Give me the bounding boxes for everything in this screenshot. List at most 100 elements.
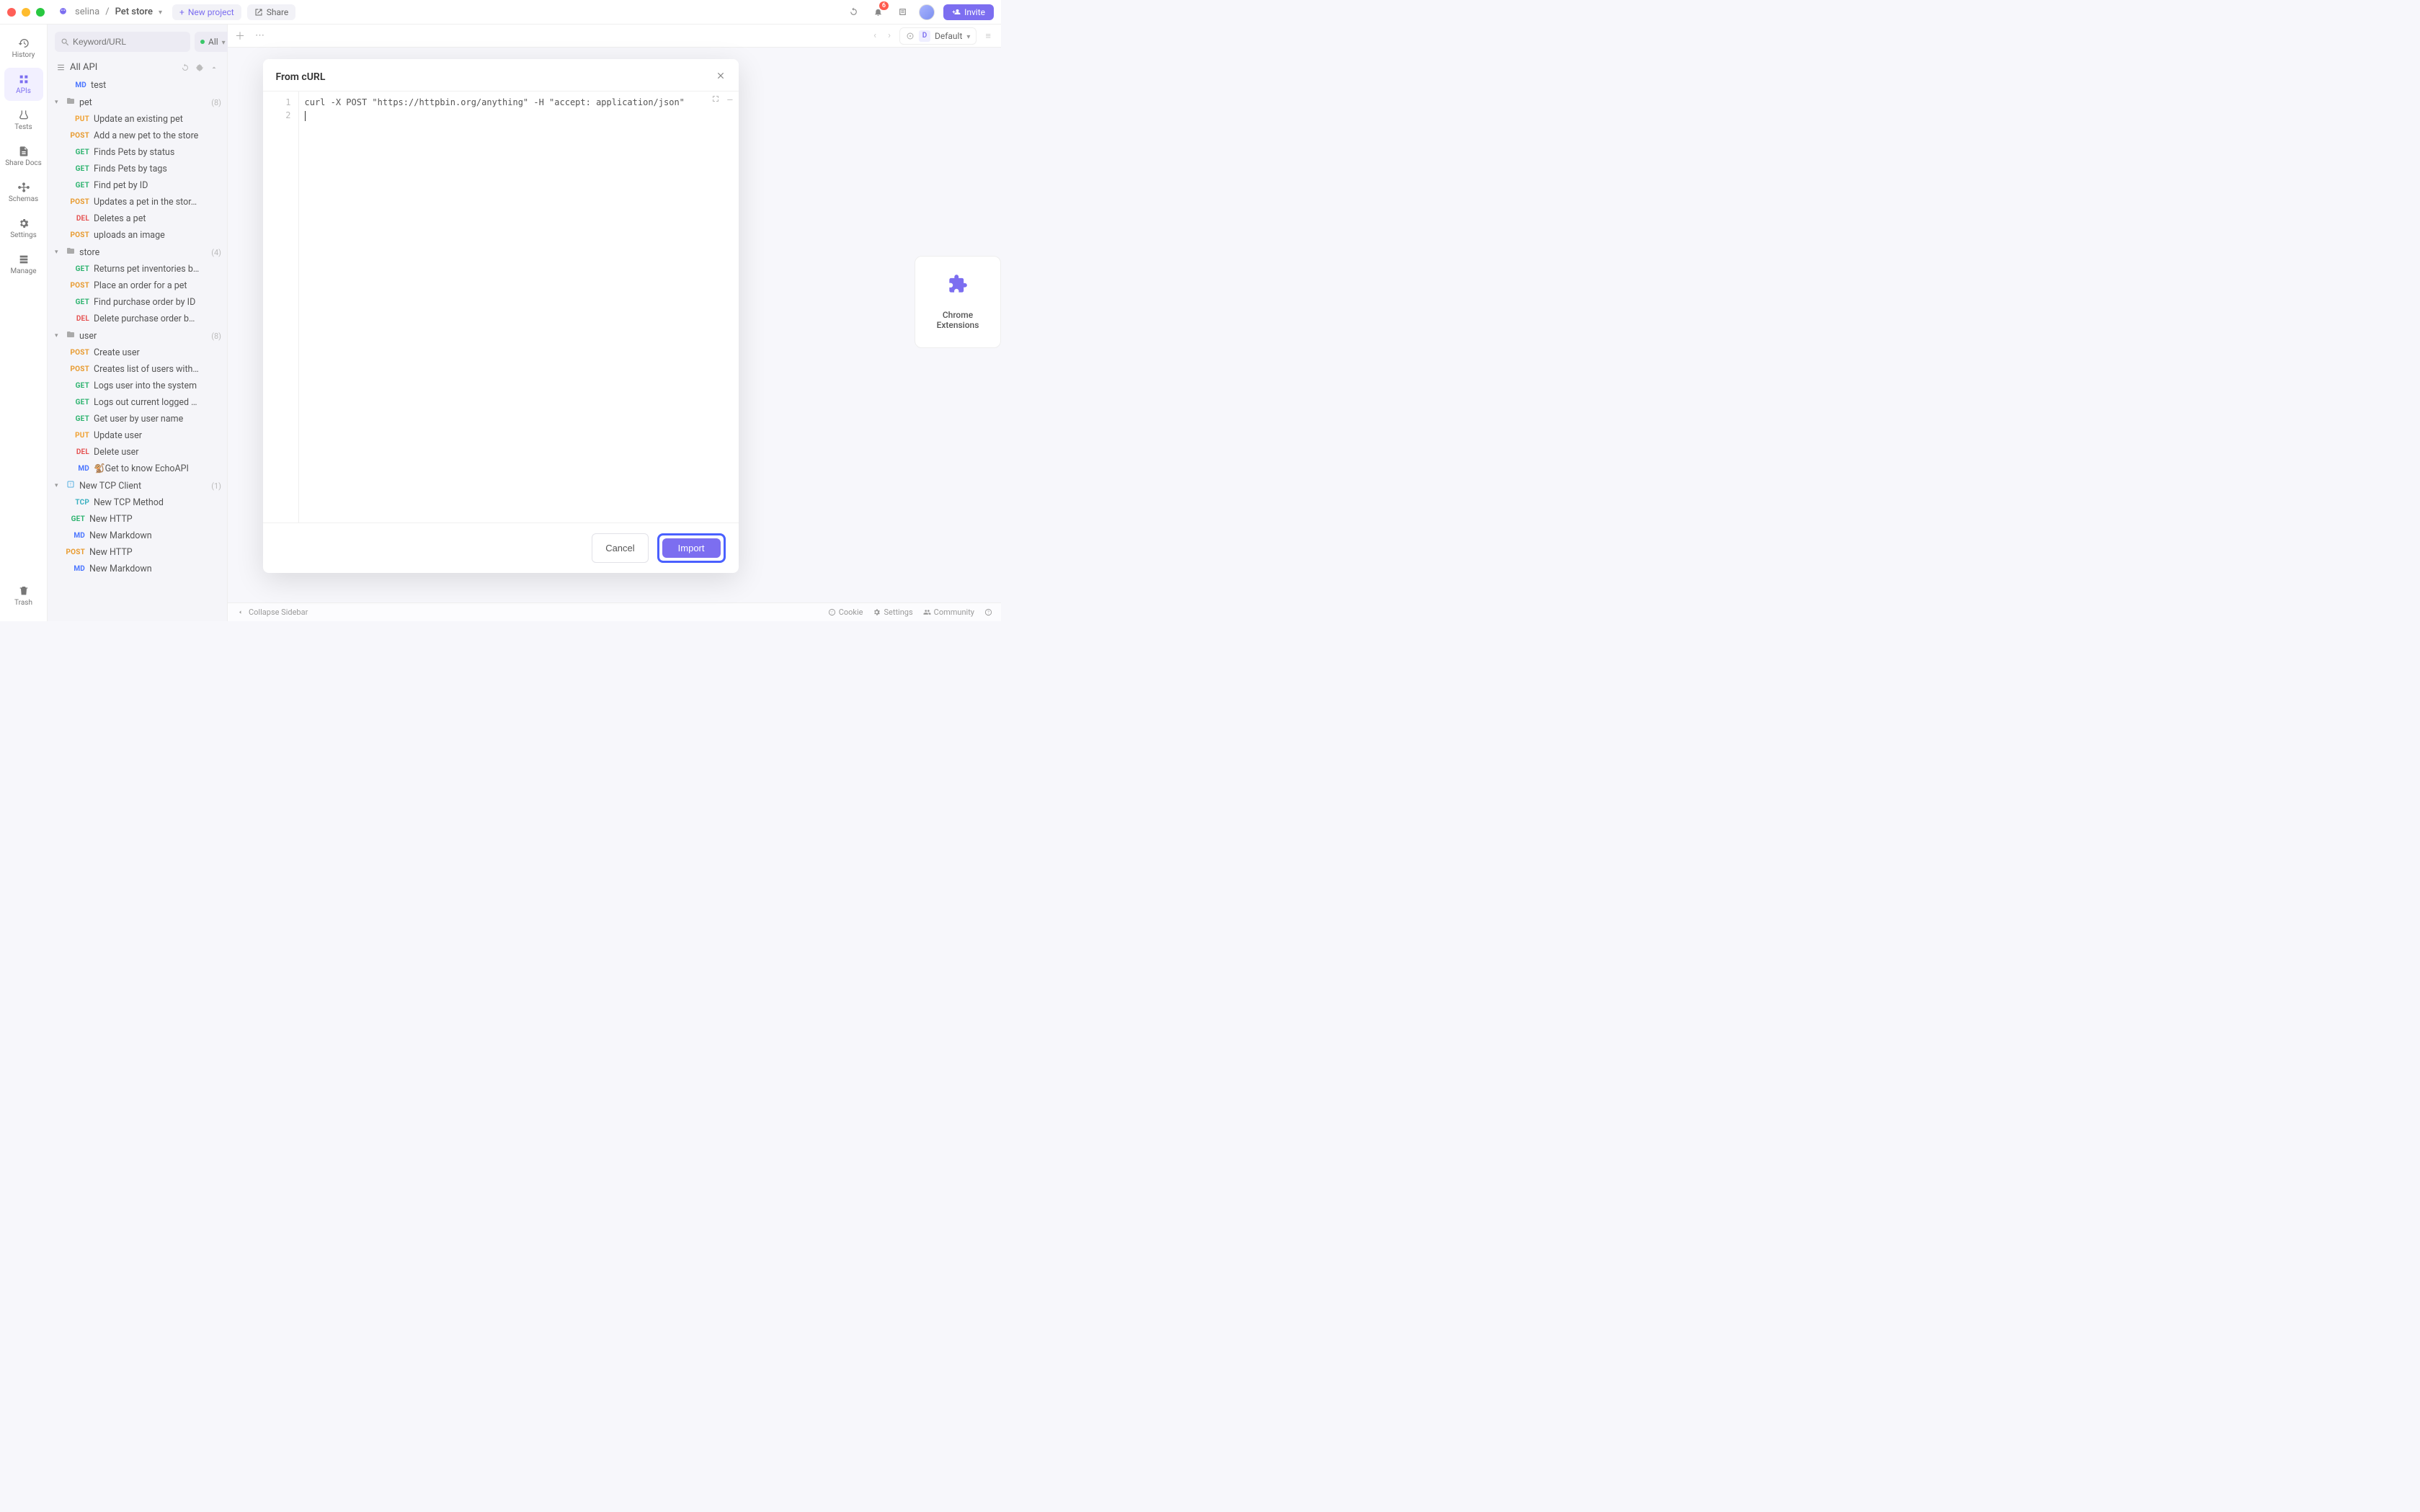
rail-schemas[interactable]: Schemas	[4, 176, 43, 209]
gear-icon	[873, 608, 881, 616]
new-project-button[interactable]: + New project	[172, 4, 241, 20]
tree-endpoint[interactable]: DELDelete user	[48, 444, 227, 461]
filter-label: All	[208, 37, 218, 47]
tree-endpoint[interactable]: MD🐒Get to know EchoAPI	[48, 461, 227, 477]
rail-history[interactable]: History	[4, 32, 43, 65]
collapse-all-icon[interactable]	[210, 63, 218, 72]
sharedocs-icon	[18, 146, 30, 157]
rail-apis[interactable]: APIs	[4, 68, 43, 101]
avatar[interactable]	[919, 4, 935, 20]
tree-endpoint[interactable]: MDNew Markdown	[48, 561, 227, 577]
maximize-window[interactable]	[36, 8, 45, 17]
close-window[interactable]	[7, 8, 16, 17]
collapse-sidebar-button[interactable]: Collapse Sidebar	[236, 608, 308, 617]
help-button[interactable]	[984, 608, 992, 616]
code-editor[interactable]: 1 2 curl -X POST "https://httpbin.org/an…	[263, 91, 739, 523]
tree-endpoint[interactable]: GETLogs out current logged …	[48, 394, 227, 411]
tree-endpoint[interactable]: DELDeletes a pet	[48, 210, 227, 227]
share-icon	[254, 8, 263, 17]
community-button[interactable]: Community	[923, 608, 974, 617]
rail-settings[interactable]: Settings	[4, 212, 43, 245]
tree-endpoint[interactable]: TCPNew TCP Method	[48, 494, 227, 511]
tree-endpoint[interactable]: MDNew Markdown	[48, 528, 227, 544]
environment-selector[interactable]: D Default	[899, 27, 977, 45]
tree-endpoint[interactable]: GETFind purchase order by ID	[48, 294, 227, 311]
nav-back[interactable]: ‹	[871, 30, 879, 41]
filter-dropdown[interactable]: All	[195, 32, 231, 52]
schemas-icon	[18, 182, 30, 193]
puzzle-icon	[922, 274, 993, 298]
tree-endpoint[interactable]: MDtest	[48, 77, 227, 94]
project-name[interactable]: Pet store	[115, 6, 153, 17]
import-button[interactable]: Import	[662, 538, 721, 558]
minimize-window[interactable]	[22, 8, 30, 17]
tree-header[interactable]: All API	[48, 58, 227, 77]
tree-folder[interactable]: ▾pet (8)	[48, 94, 227, 111]
sync-button[interactable]	[845, 4, 861, 20]
tabbar-right: ‹ › D Default ≡	[871, 27, 994, 45]
rail-manage[interactable]: Manage	[4, 248, 43, 281]
search-box[interactable]	[55, 32, 190, 52]
rail-sharedocs[interactable]: Share Docs	[4, 140, 43, 173]
tree-endpoint[interactable]: POSTuploads an image	[48, 227, 227, 244]
expand-icon[interactable]	[711, 94, 720, 105]
tree-endpoint[interactable]: DELDelete purchase order b…	[48, 311, 227, 327]
svg-text:T: T	[70, 483, 72, 487]
rail-schemas-label: Schemas	[9, 195, 38, 203]
rail-trash[interactable]: Trash	[4, 579, 43, 613]
status-settings-button[interactable]: Settings	[873, 608, 912, 617]
tree-endpoint[interactable]: POSTUpdates a pet in the stor…	[48, 194, 227, 210]
invite-label: Invite	[964, 7, 985, 17]
tree-endpoint[interactable]: PUTUpdate an existing pet	[48, 111, 227, 128]
app-logo	[55, 4, 71, 20]
workspace-name[interactable]: selina	[75, 6, 99, 17]
tree-endpoint[interactable]: POSTAdd a new pet to the store	[48, 128, 227, 144]
tree-endpoint[interactable]: GETFinds Pets by status	[48, 144, 227, 161]
tree-endpoint[interactable]: GETLogs user into the system	[48, 378, 227, 394]
cookie-button[interactable]: Cookie	[828, 608, 863, 617]
minimize-icon[interactable]: —	[727, 94, 732, 105]
breadcrumb: selina / Pet store	[75, 6, 162, 17]
notifications-button[interactable]: 6	[870, 4, 886, 20]
rail-manage-label: Manage	[10, 267, 36, 275]
tree-folder[interactable]: ▾TNew TCP Client (1)	[48, 477, 227, 494]
tree-endpoint[interactable]: GETReturns pet inventories b…	[48, 261, 227, 277]
tree-endpoint[interactable]: GETGet user by user name	[48, 411, 227, 427]
editor-code[interactable]: curl -X POST "https://httpbin.org/anythi…	[299, 92, 739, 522]
invite-button[interactable]: Invite	[943, 4, 994, 20]
gear-icon	[18, 218, 30, 229]
locate-icon[interactable]	[195, 63, 204, 72]
task-button[interactable]	[894, 4, 910, 20]
breadcrumb-sep: /	[105, 6, 109, 17]
tree-folder[interactable]: ▾user (8)	[48, 327, 227, 344]
tree-endpoint[interactable]: GETFinds Pets by tags	[48, 161, 227, 177]
tree-folder[interactable]: ▾store (4)	[48, 244, 227, 261]
tree-endpoint[interactable]: POSTNew HTTP	[48, 544, 227, 561]
cancel-button[interactable]: Cancel	[592, 533, 648, 563]
community-icon	[923, 608, 931, 616]
tree-endpoint[interactable]: POSTCreates list of users with…	[48, 361, 227, 378]
tree-endpoint[interactable]: GETFind pet by ID	[48, 177, 227, 194]
tab-list-button[interactable]: ≡	[982, 30, 994, 42]
rail-tests[interactable]: Tests	[4, 104, 43, 137]
sidebar: All + All API MDtest▾pet (8)PUTUpdate an…	[48, 25, 228, 621]
search-icon	[61, 37, 70, 47]
ext-card-label: Chrome Extensions	[922, 310, 993, 330]
new-tab-button[interactable]: ＋	[235, 29, 245, 43]
project-dropdown-icon[interactable]	[159, 6, 162, 17]
chrome-extensions-card[interactable]: Chrome Extensions	[915, 256, 1001, 348]
modal-header: From cURL	[263, 59, 739, 91]
env-gear-icon	[906, 32, 915, 40]
tab-more-button[interactable]: ⋯	[255, 30, 264, 41]
status-dot-icon	[200, 40, 205, 44]
refresh-icon[interactable]	[181, 63, 190, 72]
tree-endpoint[interactable]: PUTUpdate user	[48, 427, 227, 444]
modal-close-button[interactable]	[716, 71, 726, 84]
share-button[interactable]: Share	[247, 4, 296, 20]
tree-endpoint[interactable]: GETNew HTTP	[48, 511, 227, 528]
tree-endpoint[interactable]: POSTCreate user	[48, 344, 227, 361]
modal-footer: Cancel Import	[263, 523, 739, 573]
tree-endpoint[interactable]: POSTPlace an order for a pet	[48, 277, 227, 294]
search-input[interactable]	[73, 37, 184, 47]
nav-forward[interactable]: ›	[885, 30, 894, 41]
